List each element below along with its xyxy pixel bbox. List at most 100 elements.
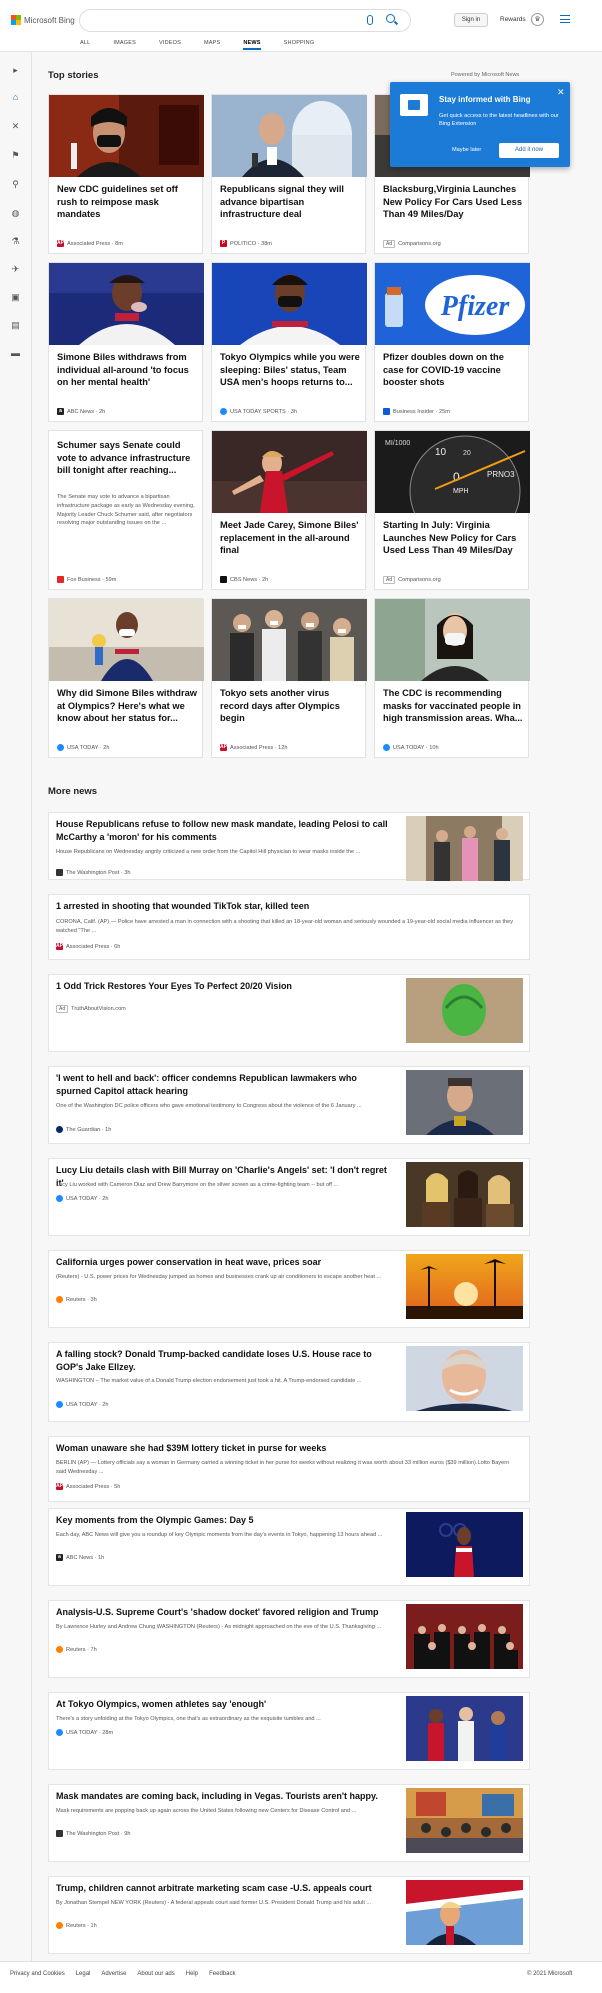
expand-icon[interactable]: ▸ bbox=[10, 65, 21, 76]
news-item[interactable]: Lucy Liu details clash with Bill Murray … bbox=[48, 1158, 530, 1236]
story-title[interactable]: The CDC is recommending masks for vaccin… bbox=[383, 687, 523, 725]
news-item[interactable]: 1 arrested in shooting that wounded TikT… bbox=[48, 894, 530, 960]
footer-link-privacy[interactable]: Privacy and Cookies bbox=[10, 1971, 65, 1977]
maybe-later-button[interactable]: Maybe later bbox=[452, 147, 481, 153]
news-snippet: By Lawrence Hurley and Andrew Chung WASH… bbox=[56, 1624, 382, 1630]
tab-videos[interactable]: VIDEOS bbox=[159, 40, 181, 46]
news-title[interactable]: 1 Odd Trick Restores Your Eyes To Perfec… bbox=[56, 980, 394, 993]
news-title[interactable]: A falling stock? Donald Trump-backed can… bbox=[56, 1348, 394, 1374]
entertainment-icon[interactable]: ▣ bbox=[10, 292, 21, 303]
story-title[interactable]: Meet Jade Carey, Simone Biles' replaceme… bbox=[220, 519, 360, 557]
search-icon[interactable] bbox=[386, 14, 395, 23]
story-card[interactable]: Pfizer Pfizer doubles down on the case f… bbox=[374, 262, 530, 422]
story-card[interactable]: Republicans signal they will advance bip… bbox=[211, 94, 367, 254]
sports-icon[interactable]: ✈ bbox=[10, 264, 21, 275]
news-title[interactable]: Mask mandates are coming back, including… bbox=[56, 1790, 394, 1803]
story-card[interactable]: Tokyo Olympics while you were sleeping: … bbox=[211, 262, 367, 422]
ad-badge: Ad bbox=[56, 1005, 69, 1013]
search-input[interactable] bbox=[80, 10, 410, 31]
footer-link-help[interactable]: Help bbox=[186, 1971, 198, 1977]
footer-links: Privacy and Cookies Legal Advertise Abou… bbox=[10, 1971, 246, 1977]
news-item[interactable]: Trump, children cannot arbitrate marketi… bbox=[48, 1876, 530, 1954]
story-title[interactable]: Schumer says Senate could vote to advanc… bbox=[57, 439, 197, 477]
sign-in-button[interactable]: Sign in bbox=[454, 13, 488, 27]
story-title[interactable]: Tokyo Olympics while you were sleeping: … bbox=[220, 351, 360, 389]
story-title[interactable]: Tokyo sets another virus record days aft… bbox=[220, 687, 360, 725]
business-insider-logo-icon bbox=[383, 408, 390, 415]
story-title[interactable]: Starting In July: Virginia Launches New … bbox=[383, 519, 523, 557]
news-snippet: BERLIN (AP) — Lottery officials say a wo… bbox=[56, 1460, 510, 1475]
source-text: Reuters · 1h bbox=[66, 1922, 97, 1929]
story-title[interactable]: Blacksburg,Virginia Launches New Policy … bbox=[383, 183, 523, 221]
logo-text: Microsoft Bing bbox=[24, 15, 75, 25]
news-title[interactable]: Analysis-U.S. Supreme Court's 'shadow do… bbox=[56, 1606, 394, 1619]
tab-images[interactable]: IMAGES bbox=[113, 40, 136, 46]
news-title[interactable]: Woman unaware she had $39M lottery ticke… bbox=[56, 1442, 516, 1455]
news-source: Ad TruthAboutVision.com bbox=[56, 1005, 126, 1013]
flag-icon[interactable]: ⚑ bbox=[10, 150, 21, 161]
footer-link-advertise[interactable]: Advertise bbox=[101, 1971, 126, 1977]
rewards-link[interactable]: Rewards bbox=[500, 16, 526, 23]
story-card[interactable]: New CDC guidelines set off rush to reimp… bbox=[48, 94, 204, 254]
menu-icon[interactable] bbox=[560, 15, 570, 23]
tab-shopping[interactable]: SHOPPING bbox=[284, 40, 315, 46]
story-card[interactable]: Tokyo sets another virus record days aft… bbox=[211, 598, 367, 758]
news-title[interactable]: California urges power conservation in h… bbox=[56, 1256, 394, 1269]
news-title[interactable]: House Republicans refuse to follow new m… bbox=[56, 818, 394, 844]
story-title[interactable]: Why did Simone Biles withdraw at Olympic… bbox=[57, 687, 197, 725]
tools-icon[interactable]: ✕ bbox=[10, 121, 21, 132]
news-item[interactable]: California urges power conservation in h… bbox=[48, 1250, 530, 1328]
science-icon[interactable]: ⚗ bbox=[10, 236, 21, 247]
more-icon[interactable]: ▬ bbox=[10, 348, 21, 359]
story-card[interactable]: Simone Biles withdraws from individual a… bbox=[48, 262, 204, 422]
news-title[interactable]: Trump, children cannot arbitrate marketi… bbox=[56, 1882, 394, 1895]
news-item[interactable]: A falling stock? Donald Trump-backed can… bbox=[48, 1342, 530, 1422]
politico-logo-icon: P bbox=[220, 240, 227, 247]
news-item[interactable]: House Republicans refuse to follow new m… bbox=[48, 812, 530, 881]
story-title[interactable]: Republicans signal they will advance bip… bbox=[220, 183, 360, 221]
source-text: USA TODAY SPORTS · 3h bbox=[230, 408, 297, 415]
story-card[interactable]: Meet Jade Carey, Simone Biles' replaceme… bbox=[211, 430, 367, 590]
story-source: Business Insider · 25m bbox=[383, 408, 450, 415]
news-title[interactable]: Key moments from the Olympic Games: Day … bbox=[56, 1514, 394, 1527]
close-icon[interactable]: ✕ bbox=[557, 87, 565, 98]
news-source: USA TODAY · 2h bbox=[56, 1401, 109, 1408]
story-card[interactable]: Schumer says Senate could vote to advanc… bbox=[48, 430, 203, 590]
news-item[interactable]: Analysis-U.S. Supreme Court's 'shadow do… bbox=[48, 1600, 530, 1678]
news-item[interactable]: Woman unaware she had $39M lottery ticke… bbox=[48, 1436, 530, 1502]
story-source: a ABC News · 2h bbox=[57, 408, 105, 415]
ad-card[interactable]: MI/1000 10 20 0 MPH PRNO3 Starting In July: V… bbox=[374, 430, 530, 590]
tab-all[interactable]: ALL bbox=[80, 40, 90, 46]
microphone-icon[interactable] bbox=[367, 15, 373, 25]
story-card[interactable]: Why did Simone Biles withdraw at Olympic… bbox=[48, 598, 204, 758]
news-item[interactable]: Key moments from the Olympic Games: Day … bbox=[48, 1508, 530, 1586]
story-title[interactable]: New CDC guidelines set off rush to reimp… bbox=[57, 183, 197, 221]
news-title[interactable]: At Tokyo Olympics, women athletes say 'e… bbox=[56, 1698, 394, 1711]
news-source: The Guardian · 1h bbox=[56, 1126, 111, 1133]
home-icon[interactable]: ⌂ bbox=[10, 92, 21, 103]
tab-news[interactable]: NEWS bbox=[243, 40, 261, 50]
story-source: USA TODAY · 10h bbox=[383, 744, 439, 751]
footer-link-about-ads[interactable]: About our ads bbox=[137, 1971, 174, 1977]
story-source: USA TODAY · 2h bbox=[57, 744, 110, 751]
footer-link-legal[interactable]: Legal bbox=[76, 1971, 91, 1977]
ap-logo-icon: AP bbox=[56, 1483, 63, 1490]
add-it-now-button[interactable]: Add it now bbox=[499, 143, 559, 158]
location-icon[interactable]: ⚲ bbox=[10, 179, 21, 190]
globe-icon[interactable]: ◍ bbox=[10, 208, 21, 219]
news-item[interactable]: Mask mandates are coming back, including… bbox=[48, 1784, 530, 1862]
tab-maps[interactable]: MAPS bbox=[204, 40, 220, 46]
story-title[interactable]: Simone Biles withdraws from individual a… bbox=[57, 351, 197, 389]
source-text: Comparisons.org bbox=[398, 577, 441, 583]
rewards-trophy-icon[interactable]: ♛ bbox=[531, 13, 544, 26]
news-item[interactable]: At Tokyo Olympics, women athletes say 'e… bbox=[48, 1692, 530, 1770]
news-item[interactable]: 'I went to hell and back': officer conde… bbox=[48, 1066, 530, 1144]
news-title[interactable]: 1 arrested in shooting that wounded TikT… bbox=[56, 900, 516, 913]
money-icon[interactable]: ▤ bbox=[10, 320, 21, 331]
ad-item[interactable]: 1 Odd Trick Restores Your Eyes To Perfec… bbox=[48, 974, 530, 1052]
story-card[interactable]: The CDC is recommending masks for vaccin… bbox=[374, 598, 530, 758]
footer-link-feedback[interactable]: Feedback bbox=[209, 1971, 235, 1977]
news-title[interactable]: 'I went to hell and back': officer conde… bbox=[56, 1072, 394, 1098]
story-title[interactable]: Pfizer doubles down on the case for COVI… bbox=[383, 351, 523, 389]
bing-logo[interactable]: Microsoft Bing bbox=[11, 15, 75, 25]
